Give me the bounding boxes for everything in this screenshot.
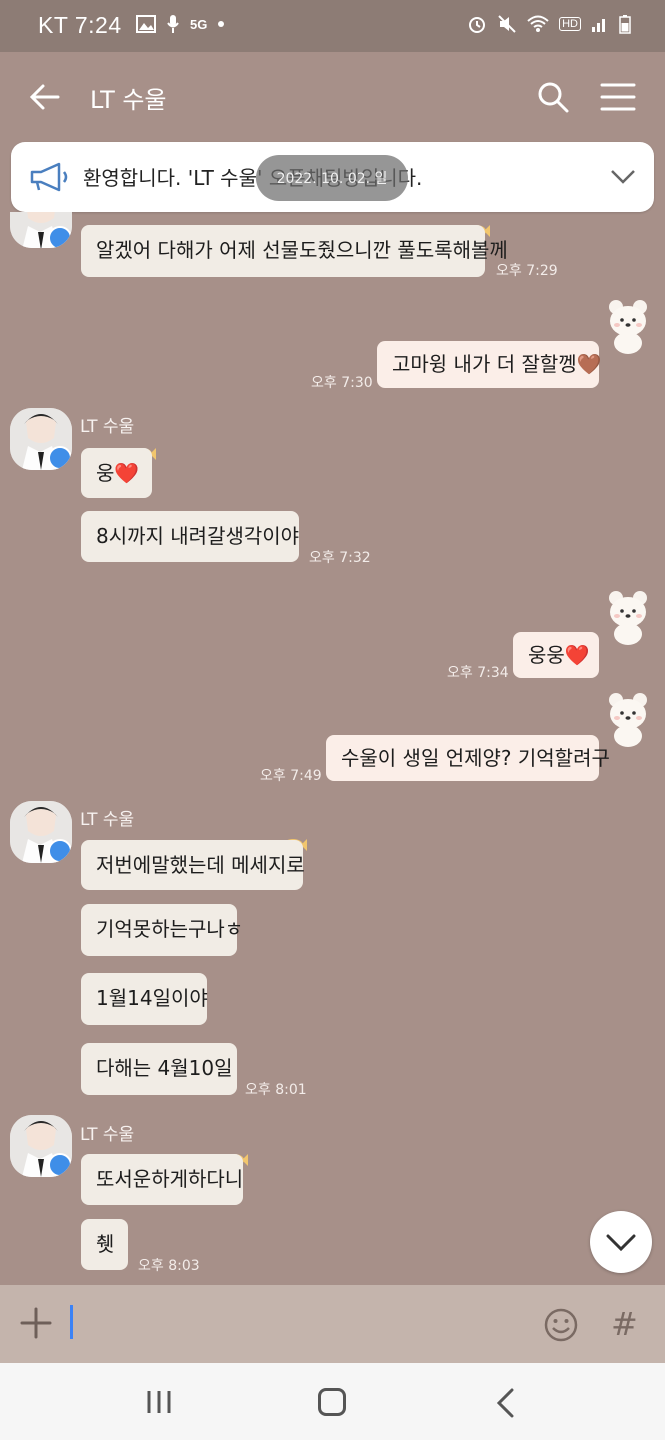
back-icon[interactable]	[495, 1388, 515, 1418]
hd-badge: HD	[559, 17, 581, 31]
wifi-icon	[527, 15, 549, 32]
message-time: 오후 7:29	[496, 263, 558, 279]
megaphone-icon	[30, 162, 68, 192]
recent-apps-icon[interactable]	[146, 1389, 172, 1415]
hash-icon[interactable]: #	[611, 1305, 638, 1343]
heart-emoji: ❤️	[564, 643, 590, 667]
avatar[interactable]	[10, 408, 72, 470]
message-bubble[interactable]: 췟	[81, 1219, 128, 1270]
room-title: LT 수울	[90, 86, 167, 114]
chevron-down-icon	[606, 1234, 636, 1252]
message-time: 오후 8:01	[245, 1082, 307, 1098]
message-bubble[interactable]: 수울이 생일 언제양? 기억할려구	[326, 735, 610, 781]
message-input[interactable]	[70, 1305, 73, 1339]
status-carrier-time: KT 7:24	[38, 12, 122, 38]
message-time: 오후 7:30	[311, 375, 373, 391]
date-divider: 2022. 10. 02. 일	[256, 155, 408, 201]
gallery-icon	[136, 15, 156, 33]
chat-header: LT 수울	[0, 52, 665, 142]
message-bubble[interactable]: 8시까지 내려갈생각이야	[81, 511, 299, 562]
emoji-icon[interactable]	[543, 1307, 579, 1343]
sender-name: LT 수울	[80, 1125, 135, 1145]
mute-icon	[498, 15, 516, 33]
message-bubble[interactable]: 웅웅❤️	[513, 632, 599, 678]
crown-badge-icon	[48, 226, 72, 248]
message-text: 고마윙 내가 더 잘할껭	[392, 352, 577, 376]
message-bubble[interactable]: 1월14일이야	[81, 973, 208, 1025]
bear-sticker-icon	[609, 591, 647, 645]
heart-emoji: ❤️	[114, 461, 140, 485]
heart-emoji: 🤎	[576, 352, 602, 376]
message-bubble[interactable]: 또서운하게하다니	[81, 1154, 243, 1205]
message-time: 오후 7:49	[260, 768, 322, 784]
network-badge: 5G	[190, 16, 208, 32]
back-arrow-icon[interactable]	[28, 80, 62, 114]
system-nav-bar	[0, 1363, 665, 1440]
message-bubble[interactable]: 알겠어 다해가 어제 선물도줬으니깐 풀도록해볼께	[81, 225, 508, 277]
status-icons-left: 5G	[136, 14, 225, 34]
bear-sticker-icon	[609, 300, 647, 354]
message-bubble[interactable]: 고마윙 내가 더 잘할껭🤎	[377, 341, 602, 388]
message-text: 웅웅	[528, 643, 565, 667]
home-icon[interactable]	[318, 1388, 346, 1416]
search-icon[interactable]	[536, 80, 570, 114]
avatar[interactable]	[10, 1115, 72, 1177]
message-time: 오후 7:32	[309, 550, 371, 566]
dot-icon	[218, 21, 225, 27]
avatar[interactable]	[10, 801, 72, 863]
status-icons-right: HD	[467, 14, 631, 34]
sender-name: LT 수울	[80, 810, 135, 830]
bear-sticker-icon	[609, 693, 647, 747]
message-bubble[interactable]: 웅❤️	[81, 448, 152, 498]
alarm-icon	[469, 17, 486, 33]
crown-badge-icon	[48, 839, 72, 863]
message-bubble[interactable]: 기억못하는구나ㅎ	[81, 904, 243, 956]
plus-icon[interactable]	[20, 1307, 52, 1339]
crown-badge-icon	[48, 446, 72, 470]
message-time: 오후 8:03	[138, 1258, 200, 1274]
menu-icon[interactable]	[600, 82, 636, 112]
message-bubble[interactable]: 다해는 4월10일	[81, 1043, 237, 1095]
chevron-down-icon[interactable]	[610, 168, 636, 186]
status-bar: KT 7:24 5G HD	[0, 0, 665, 52]
scroll-to-bottom-button[interactable]	[590, 1211, 652, 1273]
message-input-bar: #	[0, 1285, 665, 1363]
message-bubble[interactable]: 저번에말했는데 메세지로	[81, 840, 305, 890]
sender-name: LT 수울	[80, 417, 135, 437]
crown-badge-icon	[48, 1153, 72, 1177]
message-text: 웅	[96, 461, 115, 485]
signal-icon	[592, 19, 605, 32]
mic-icon	[167, 15, 179, 33]
message-time: 오후 7:34	[447, 665, 509, 681]
battery-icon	[619, 15, 631, 34]
